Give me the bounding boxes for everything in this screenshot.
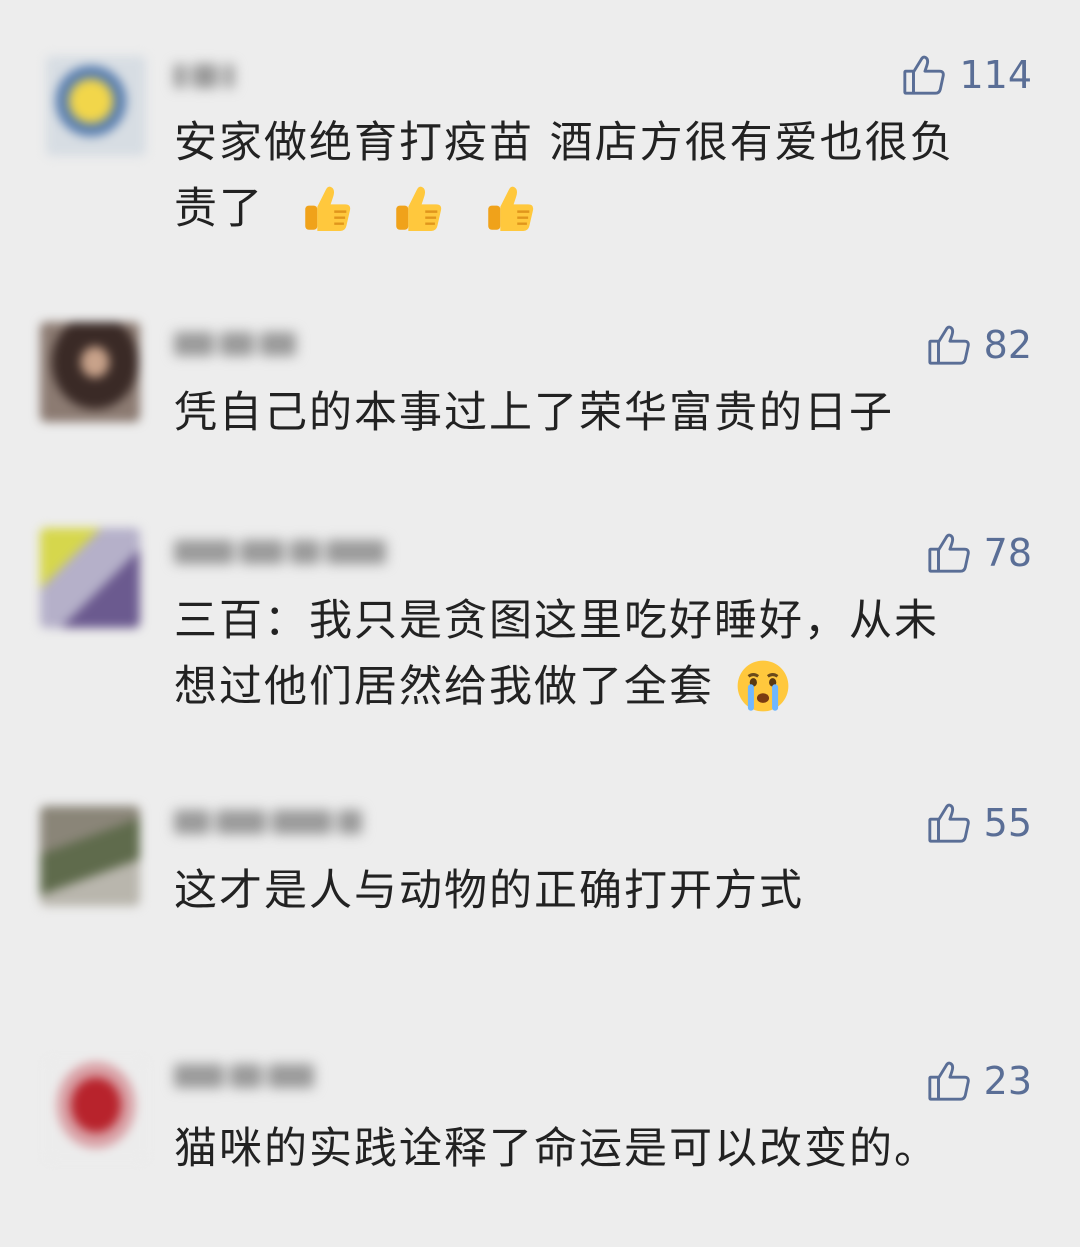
avatar[interactable] [46,1060,146,1160]
comment-text: 猫咪的实践诠释了命运是可以改变的。 [174,1124,939,1174]
like-button[interactable]: 114 [901,52,1032,98]
like-count: 23 [983,1059,1032,1103]
thumbs-up-icon [928,803,970,843]
comment-text: 安家做绝育打疫苗 酒店方很有爱也很负 责了 [174,110,1044,242]
username-blurred[interactable] [174,64,240,92]
like-button[interactable]: 55 [926,800,1032,846]
username-blurred[interactable] [174,540,392,568]
username-blurred[interactable] [174,810,368,838]
like-button[interactable]: 23 [926,1058,1032,1104]
like-count: 114 [959,53,1032,97]
avatar[interactable] [40,322,140,422]
comment-text: 三百：我只是贪图这里吃好睡好，从未 想过他们居然给我做了全套 [174,588,1044,720]
thumbs-up-emoji [304,186,350,231]
avatar[interactable] [40,806,140,906]
comment-text: 这才是人与动物的正确打开方式 [174,866,804,916]
thumbs-up-icon [928,1061,970,1101]
like-button[interactable]: 78 [926,530,1032,576]
thumbs-up-icon [928,533,970,573]
comment-text: 凭自己的本事过上了荣华富贵的日子 [174,388,894,438]
like-count: 78 [983,531,1032,575]
crying-face-emoji [737,660,789,711]
thumbs-up-icon [903,55,946,95]
thumbs-up-icon [928,325,970,365]
username-blurred[interactable] [174,332,302,360]
like-button[interactable]: 82 [926,322,1032,368]
thumbs-up-emoji [396,186,442,231]
like-count: 55 [983,801,1032,845]
thumbs-up-emoji [488,186,534,231]
avatar[interactable] [40,528,140,628]
avatar[interactable] [46,56,146,156]
username-blurred[interactable] [174,1064,320,1092]
like-count: 82 [983,323,1032,367]
